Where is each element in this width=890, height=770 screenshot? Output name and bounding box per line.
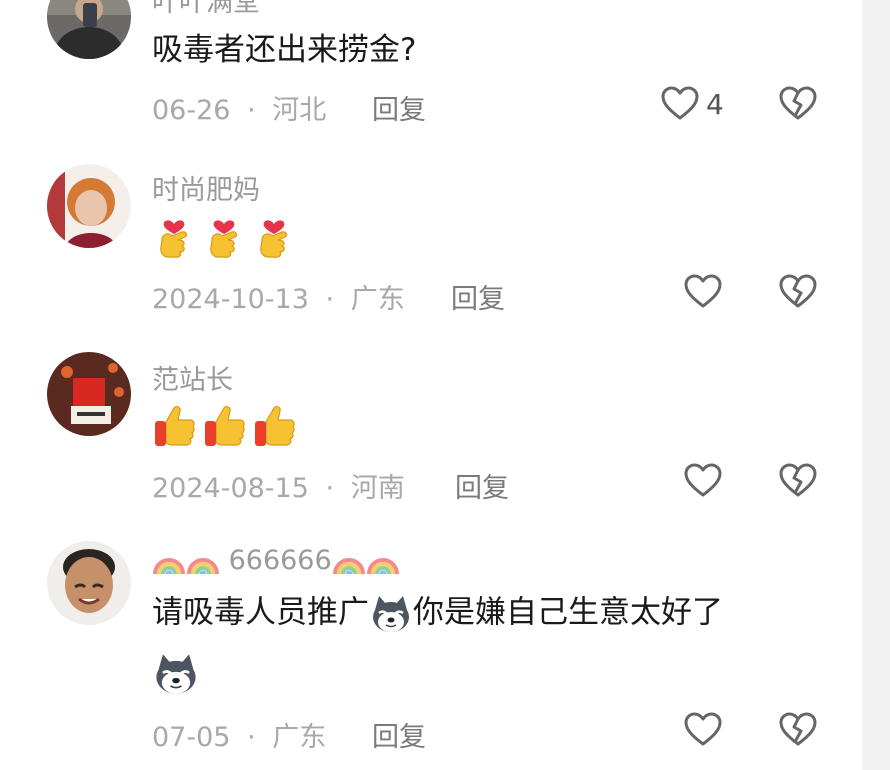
avatar[interactable] xyxy=(47,541,131,625)
avatar[interactable] xyxy=(47,352,131,436)
comment-item: 叶叶满堂 吸毒者还出来捞金? 06-26 · 河北 回复 4 xyxy=(0,0,862,150)
comment-item: 范站长 2024-08-15 · 河南 回复 xyxy=(0,340,862,528)
dislike-button[interactable] xyxy=(778,461,818,501)
comment-text-part: 你是嫌自己生意太好了 xyxy=(413,594,723,631)
comment-location: 广东 xyxy=(350,284,405,315)
thumbs-up-emoji xyxy=(205,405,245,446)
reply-button[interactable]: 回复 xyxy=(372,715,426,754)
broken-heart-icon xyxy=(779,463,817,497)
rainbow-emoji xyxy=(366,546,400,576)
comment-meta: 07-05 · 广东 xyxy=(152,715,326,754)
rainbow-emoji xyxy=(186,546,220,576)
like-count: 4 xyxy=(706,88,724,121)
like-button[interactable] xyxy=(683,710,723,750)
avatar[interactable] xyxy=(47,0,131,59)
broken-heart-icon xyxy=(779,712,817,746)
husky-dog-emoji xyxy=(369,592,413,636)
username-text: 666666 xyxy=(228,545,332,576)
comment-date: 2024-10-13 xyxy=(152,284,309,315)
comment-location: 广东 xyxy=(272,722,327,753)
comment-meta: 06-26 · 河北 xyxy=(152,88,326,127)
username[interactable]: 叶叶满堂 xyxy=(152,0,260,19)
heart-icon xyxy=(661,86,699,120)
finger-heart-emoji xyxy=(210,220,238,258)
like-button[interactable] xyxy=(683,272,723,312)
heart-icon xyxy=(684,274,722,308)
username[interactable]: 666666 xyxy=(152,544,400,576)
thumbs-up-emoji xyxy=(255,405,295,446)
heart-icon xyxy=(684,712,722,746)
dislike-button[interactable] xyxy=(778,84,818,124)
username[interactable]: 范站长 xyxy=(152,358,233,397)
finger-heart-emoji xyxy=(260,220,288,258)
comment-text: 吸毒者还出来捞金? xyxy=(152,32,417,68)
rainbow-emoji xyxy=(332,546,366,576)
reply-button[interactable]: 回复 xyxy=(372,88,426,127)
comment-date: 06-26 xyxy=(152,95,231,126)
meta-separator: · xyxy=(325,284,335,315)
finger-heart-emoji xyxy=(160,220,188,258)
username[interactable]: 时尚肥妈 xyxy=(152,168,260,207)
like-button[interactable] xyxy=(683,461,723,501)
comment-text: 请吸毒人员推广 你是嫌自己生意太好了 xyxy=(152,592,723,636)
meta-separator: · xyxy=(325,473,335,504)
comment-text-part: 请吸毒人员推广 xyxy=(152,594,369,631)
comment-date: 07-05 xyxy=(152,722,231,753)
comment-date: 2024-08-15 xyxy=(152,473,309,504)
avatar[interactable] xyxy=(47,164,131,248)
broken-heart-icon xyxy=(779,86,817,120)
broken-heart-icon xyxy=(779,274,817,308)
comment-location: 河北 xyxy=(272,95,327,126)
dislike-button[interactable] xyxy=(778,272,818,312)
meta-separator: · xyxy=(247,95,256,126)
dislike-button[interactable] xyxy=(778,710,818,750)
emoji-row xyxy=(152,650,200,698)
reply-button[interactable]: 回复 xyxy=(455,466,509,505)
thumbs-up-emoji xyxy=(155,405,195,446)
rainbow-emoji xyxy=(152,546,186,576)
comment-item: 时尚肥妈 2024-10-13 · 广东 回复 xyxy=(0,150,862,340)
meta-separator: · xyxy=(247,722,256,753)
comment-meta: 2024-10-13 · 广东 xyxy=(152,277,405,316)
comment-location: 河南 xyxy=(350,473,405,504)
comment-list: 叶叶满堂 吸毒者还出来捞金? 06-26 · 河北 回复 4 时尚肥妈 2024… xyxy=(0,0,862,770)
emoji-row xyxy=(152,402,296,450)
emoji-row xyxy=(152,212,296,260)
husky-dog-emoji xyxy=(156,654,196,694)
heart-icon xyxy=(684,463,722,497)
like-button[interactable] xyxy=(660,84,700,124)
reply-button[interactable]: 回复 xyxy=(451,277,505,316)
comment-item: 666666 请吸毒人员推广 你是嫌自己生意太好了 07-05 · 广东 回复 xyxy=(0,528,862,770)
comment-meta: 2024-08-15 · 河南 xyxy=(152,466,405,505)
